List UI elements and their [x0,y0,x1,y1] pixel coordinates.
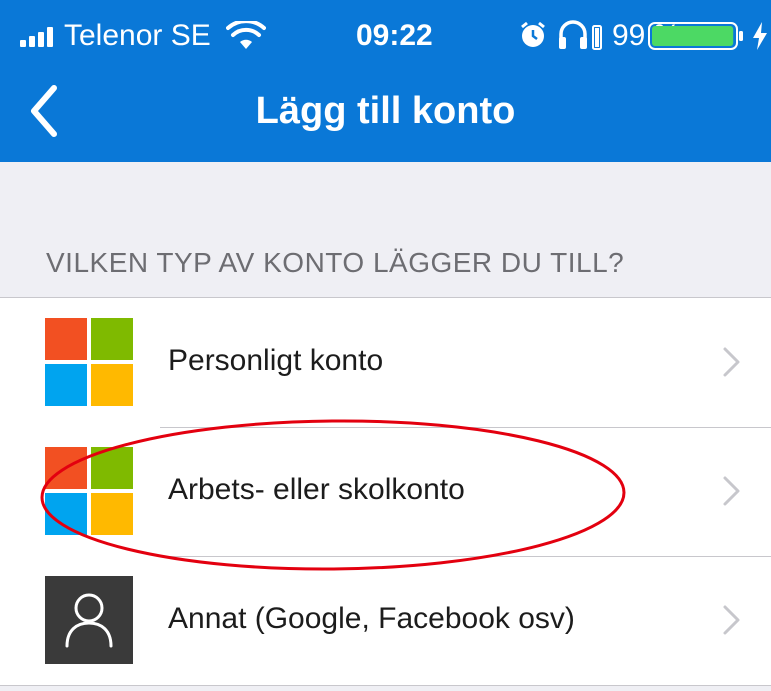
chevron-right-icon [723,347,740,377]
logo-square [45,318,87,360]
page-title: Lägg till konto [255,90,516,132]
logo-square [45,447,87,489]
logo-square [91,364,133,406]
account-option-label: Personligt konto [168,344,384,377]
chevron-right-icon [723,605,740,635]
logo-square [45,493,87,535]
logo-square [91,318,133,360]
account-option-work-school[interactable]: Arbets- eller skolkonto [0,427,771,556]
battery-icon [648,22,743,50]
account-option-other[interactable]: Annat (Google, Facebook osv) [0,556,771,685]
back-button[interactable] [18,78,78,144]
headphones-icon [559,20,602,50]
account-option-personal[interactable]: Personligt konto [0,298,771,427]
logo-square [91,493,133,535]
person-icon [45,576,133,664]
logo-square [91,447,133,489]
status-bar: Telenor SE 09:22 99 % [0,0,771,66]
account-option-label: Arbets- eller skolkonto [168,473,465,506]
carrier-name: Telenor SE [64,19,211,52]
account-type-list: Personligt konto Arbets- eller skolkonto… [0,297,771,686]
alarm-icon [521,21,545,47]
back-chevron-icon [31,85,57,137]
navigation-bar: Lägg till konto [0,66,771,162]
section-header: VILKEN TYP AV KONTO LÄGGER DU TILL? [46,247,625,278]
microsoft-logo-icon [45,318,133,406]
account-option-label: Annat (Google, Facebook osv) [168,602,575,635]
signal-icon [20,27,53,47]
chevron-right-icon [723,476,740,506]
status-time: 09:22 [356,19,433,52]
wifi-icon [226,21,266,49]
logo-square [45,364,87,406]
microsoft-logo-icon [45,447,133,535]
charging-icon [753,22,767,50]
